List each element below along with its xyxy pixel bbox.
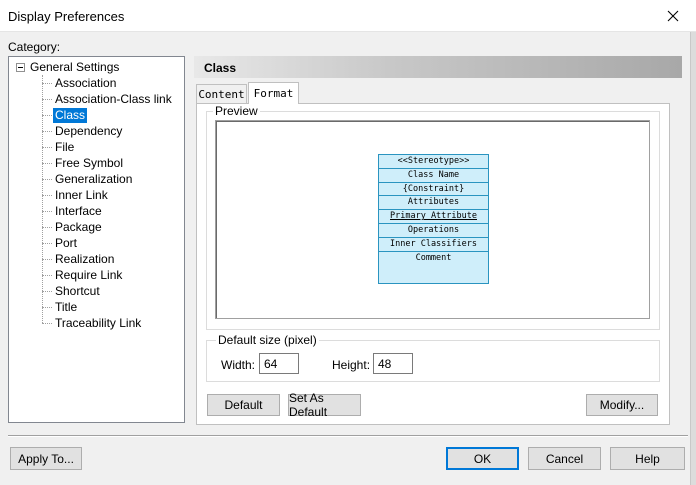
tree-item-title[interactable]: Title bbox=[42, 299, 79, 315]
tree-item-port[interactable]: Port bbox=[42, 235, 79, 251]
tree-item-traceability-link[interactable]: Traceability Link bbox=[42, 315, 143, 331]
tree-item-interface[interactable]: Interface bbox=[42, 203, 104, 219]
close-icon bbox=[667, 10, 679, 22]
tree-item-require-link[interactable]: Require Link bbox=[42, 267, 124, 283]
tree-item-dependency[interactable]: Dependency bbox=[42, 123, 124, 139]
class-symbol-preview: <<Stereotype>> Class Name {Constraint} A… bbox=[378, 154, 489, 284]
panel-header: Class bbox=[194, 56, 682, 78]
footer-separator bbox=[8, 435, 688, 437]
class-row-inner-classifiers: Inner Classifiers bbox=[379, 238, 488, 252]
close-button[interactable] bbox=[650, 0, 696, 32]
default-size-label: Default size (pixel) bbox=[216, 333, 319, 347]
class-row-attributes: Attributes bbox=[379, 196, 488, 211]
tree-item-association-class-link[interactable]: Association-Class link bbox=[42, 91, 174, 107]
set-as-default-button[interactable]: Set As Default bbox=[288, 391, 361, 419]
category-tree[interactable]: General Settings Association Association… bbox=[8, 56, 185, 423]
modify-button[interactable]: Modify... bbox=[586, 394, 658, 416]
tree-root-label: General Settings bbox=[30, 60, 120, 74]
tree-root-general-settings[interactable]: General Settings bbox=[16, 59, 119, 75]
height-input[interactable] bbox=[373, 353, 413, 374]
height-label: Height: bbox=[332, 358, 371, 372]
collapse-icon[interactable] bbox=[16, 62, 25, 72]
class-row-name: Class Name bbox=[379, 169, 488, 183]
background-window-edge bbox=[690, 32, 696, 485]
tree-item-package[interactable]: Package bbox=[42, 219, 104, 235]
tree-item-association[interactable]: Association bbox=[42, 75, 118, 91]
width-input[interactable] bbox=[259, 353, 299, 374]
tree-item-inner-link[interactable]: Inner Link bbox=[42, 187, 110, 203]
tree-item-generalization[interactable]: Generalization bbox=[42, 171, 134, 187]
apply-to-button[interactable]: Apply To... bbox=[10, 447, 82, 470]
tab-content[interactable]: Content bbox=[196, 84, 247, 104]
help-button[interactable]: Help bbox=[610, 447, 685, 470]
title-bar: Display Preferences bbox=[0, 0, 696, 32]
class-row-constraint: {Constraint} bbox=[379, 183, 488, 197]
category-label: Category: bbox=[8, 40, 61, 54]
ok-button[interactable]: OK bbox=[446, 447, 519, 470]
class-row-stereotype: <<Stereotype>> bbox=[379, 155, 488, 169]
window-title: Display Preferences bbox=[8, 9, 125, 24]
tree-item-class[interactable]: Class bbox=[42, 107, 88, 123]
class-row-primary-attribute: Primary Attribute bbox=[379, 210, 488, 224]
cancel-button[interactable]: Cancel bbox=[528, 447, 601, 470]
tree-item-realization[interactable]: Realization bbox=[42, 251, 116, 267]
default-button[interactable]: Default bbox=[207, 394, 280, 416]
tree-item-shortcut[interactable]: Shortcut bbox=[42, 283, 102, 299]
class-row-comment: Comment bbox=[415, 252, 452, 263]
tree-item-file[interactable]: File bbox=[42, 139, 76, 155]
class-row-operations: Operations bbox=[379, 224, 488, 238]
width-label: Width: bbox=[221, 358, 256, 372]
preview-label: Preview bbox=[213, 104, 260, 118]
tree-item-free-symbol[interactable]: Free Symbol bbox=[42, 155, 125, 171]
tab-format[interactable]: Format bbox=[248, 82, 299, 104]
